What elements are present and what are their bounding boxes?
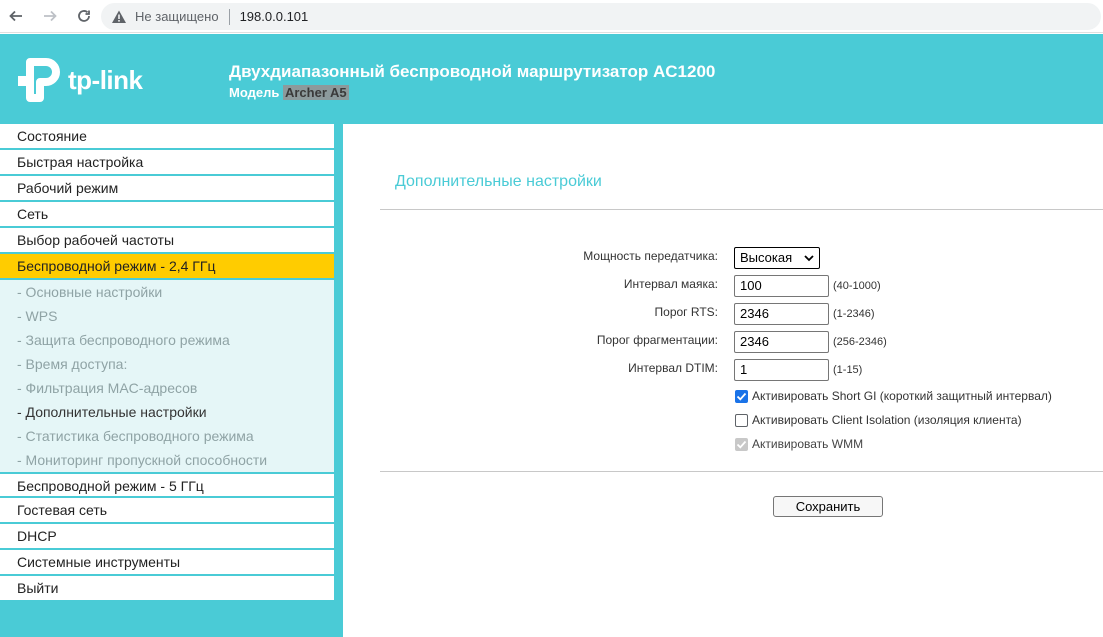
divider-bottom: [380, 471, 1103, 472]
wmm-label: Активировать WMM: [752, 437, 864, 451]
rts-threshold-hint: (1-2346): [833, 308, 875, 320]
dtim-interval-input[interactable]: 1: [734, 359, 829, 381]
address-bar[interactable]: Не защищено 198.0.0.101: [101, 3, 1101, 30]
logo-text: tp-link: [68, 64, 143, 95]
forward-button[interactable]: [39, 5, 61, 27]
omnibox-divider: [228, 8, 230, 25]
menu-item-logout[interactable]: Выйти: [0, 576, 334, 602]
short-gi-label: Активировать Short GI (короткий защитный…: [752, 389, 1052, 403]
tx-power-select[interactable]: Высокая: [734, 247, 820, 269]
menu-item-dhcp[interactable]: DHCP: [0, 524, 334, 550]
arrow-right-icon: [44, 10, 57, 22]
submenu-item-mac-filter[interactable]: - Фильтрация MAC-адресов: [0, 376, 334, 400]
rts-threshold-input[interactable]: 2346: [734, 303, 829, 325]
main-content: Дополнительные настройки Мощность переда…: [343, 124, 1103, 637]
model-value: Archer A5: [282, 85, 349, 100]
menu-item-quick-setup[interactable]: Быстрая настройка: [0, 150, 334, 176]
device-title: Двухдиапазонный беспроводной маршрутизат…: [229, 62, 716, 81]
submenu-item-schedule[interactable]: - Время доступа:: [0, 352, 334, 376]
tp-link-logo: tp-link: [16, 56, 143, 104]
tx-power-value: Высокая: [740, 250, 793, 265]
page-title: Дополнительные настройки: [395, 173, 602, 190]
check-icon: [736, 440, 747, 449]
menu-item-network[interactable]: Сеть: [0, 202, 334, 228]
beacon-interval-hint: (40-1000): [833, 280, 881, 292]
frag-threshold-hint: (256-2346): [833, 336, 887, 348]
submenu-item-advanced[interactable]: - Дополнительные настройки: [0, 400, 334, 424]
client-isolation-label: Активировать Client Isolation (изоляция …: [752, 413, 1022, 427]
sidebar: Состояние Быстрая настройка Рабочий режи…: [0, 124, 343, 637]
dtim-interval-label: Интервал DTIM:: [628, 361, 718, 375]
menu-item-wireless-5[interactable]: Беспроводной режим - 5 ГГц: [0, 472, 334, 498]
menu-item-band-select[interactable]: Выбор рабочей частоты: [0, 228, 334, 254]
submenu-item-security[interactable]: - Защита беспроводного режима: [0, 328, 334, 352]
browser-toolbar: Не защищено 198.0.0.101: [0, 0, 1103, 33]
menu-item-guest-network[interactable]: Гостевая сеть: [0, 498, 334, 524]
menu-item-status[interactable]: Состояние: [0, 124, 334, 150]
arrow-left-icon: [9, 10, 22, 22]
submenu-item-bandwidth[interactable]: - Мониторинг пропускной способности: [0, 448, 334, 472]
check-icon: [736, 392, 747, 401]
submenu-item-wps[interactable]: - WPS: [0, 304, 334, 328]
menu-item-wireless-24[interactable]: Беспроводной режим - 2,4 ГГц: [0, 254, 334, 280]
menu-item-system-tools[interactable]: Системные инструменты: [0, 550, 334, 576]
back-button[interactable]: [5, 5, 27, 27]
chevron-down-icon: [804, 255, 814, 262]
submenu-item-statistics[interactable]: - Статистика беспроводного режима: [0, 424, 334, 448]
page-header: tp-link Двухдиапазонный беспроводной мар…: [0, 34, 1103, 124]
frag-threshold-input[interactable]: 2346: [734, 331, 829, 353]
wmm-checkbox: [735, 438, 748, 451]
security-status: Не защищено: [135, 9, 219, 24]
model-label: Модель: [229, 85, 280, 100]
frag-threshold-label: Порог фрагментации:: [596, 333, 718, 347]
tp-link-logo-icon: [18, 58, 60, 102]
divider-top: [380, 209, 1103, 210]
tx-power-label: Мощность передатчика:: [583, 249, 718, 263]
model-line: Модель Archer A5: [229, 85, 349, 100]
dtim-interval-hint: (1-15): [833, 364, 863, 376]
client-isolation-checkbox[interactable]: [735, 414, 748, 427]
menu-item-operation-mode[interactable]: Рабочий режим: [0, 176, 334, 202]
reload-button[interactable]: [73, 5, 95, 27]
save-button[interactable]: Сохранить: [773, 496, 883, 517]
submenu-item-basic[interactable]: - Основные настройки: [0, 280, 334, 304]
warning-triangle-icon: [112, 10, 126, 23]
submenu-wireless-24: - Основные настройки - WPS - Защита бесп…: [0, 280, 334, 472]
beacon-interval-label: Интервал маяка:: [623, 277, 718, 291]
url-text: 198.0.0.101: [239, 9, 309, 24]
short-gi-checkbox[interactable]: [735, 390, 748, 403]
reload-icon: [78, 10, 90, 22]
rts-threshold-label: Порог RTS:: [654, 305, 718, 319]
beacon-interval-input[interactable]: 100: [734, 275, 829, 297]
sidebar-menu: Состояние Быстрая настройка Рабочий режи…: [0, 124, 334, 602]
